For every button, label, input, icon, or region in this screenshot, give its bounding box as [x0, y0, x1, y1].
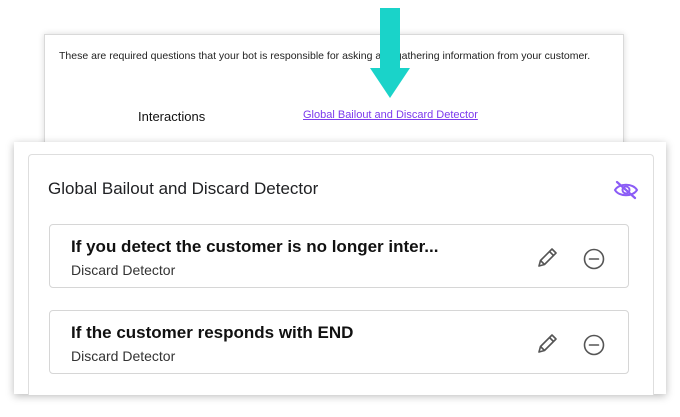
panel-title: Global Bailout and Discard Detector [48, 179, 319, 198]
document-card: These are required questions that your b… [44, 34, 624, 148]
item-title: If the customer responds with END [71, 323, 354, 342]
bailout-panel-overlay: Global Bailout and Discard Detector If y… [14, 142, 666, 395]
item-subtitle: Discard Detector [71, 348, 176, 364]
pencil-icon[interactable] [534, 331, 560, 357]
down-arrow-icon [370, 8, 410, 98]
bailout-panel: Global Bailout and Discard Detector If y… [28, 154, 654, 395]
document-description: These are required questions that your b… [59, 50, 591, 62]
item-subtitle: Discard Detector [71, 262, 176, 278]
eye-off-icon[interactable] [613, 179, 639, 201]
list-item[interactable]: If the customer responds with END Discar… [49, 310, 629, 374]
list-item[interactable]: If you detect the customer is no longer … [49, 224, 629, 288]
interactions-label: Interactions [138, 109, 206, 124]
pencil-icon[interactable] [534, 245, 560, 271]
screenshot-stage: These are required questions that your b… [0, 0, 680, 417]
interactions-link[interactable]: Global Bailout and Discard Detector [303, 109, 478, 121]
remove-circle-icon[interactable] [582, 333, 606, 357]
remove-circle-icon[interactable] [582, 247, 606, 271]
item-title: If you detect the customer is no longer … [71, 237, 439, 256]
